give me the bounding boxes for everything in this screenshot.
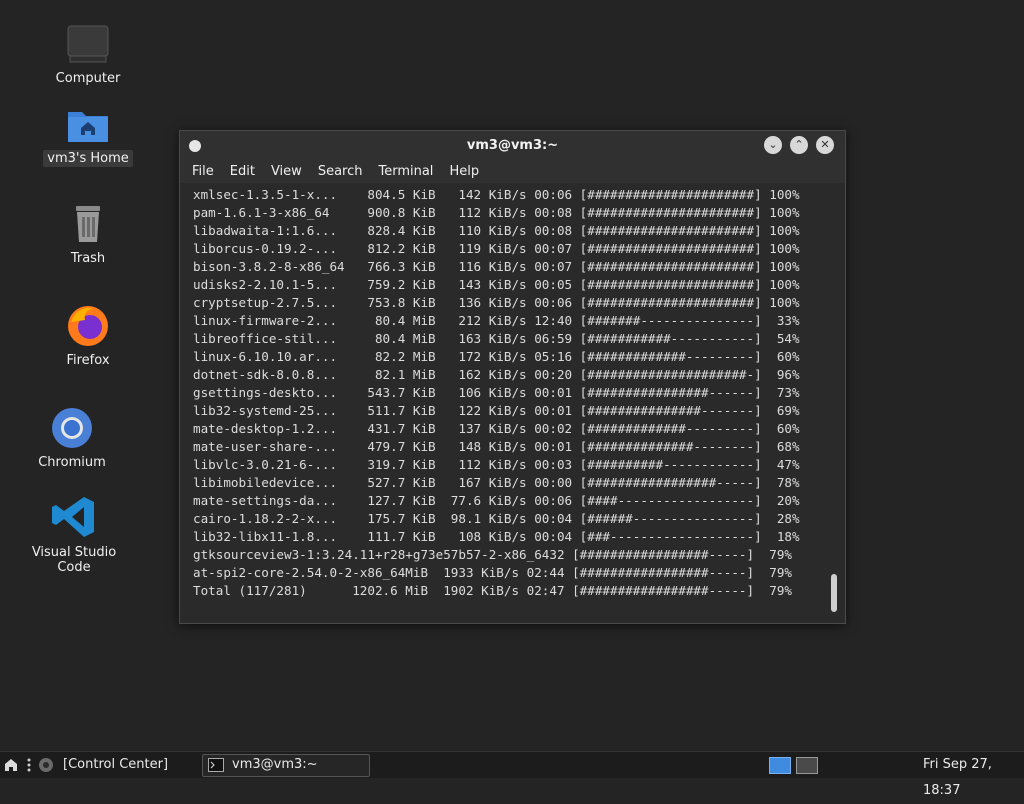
desktop-icon-home[interactable]: vm3's Home — [33, 104, 143, 167]
taskbar-terminal-button[interactable]: vm3@vm3:~ — [202, 754, 370, 777]
vscode-icon — [52, 497, 94, 537]
desktop-icon-label: vm3's Home — [43, 150, 133, 167]
menu-search[interactable]: Search — [310, 161, 371, 179]
terminal-line: Total (117/281) 1202.6 MiB 1902 KiB/s 02… — [193, 583, 792, 598]
terminal-line: dotnet-sdk-8.0.8... 82.1 MiB 162 KiB/s 0… — [193, 367, 800, 382]
menu-file[interactable]: File — [184, 161, 222, 179]
terminal-line: gsettings-deskto... 543.7 KiB 106 KiB/s … — [193, 385, 800, 400]
terminal-window[interactable]: vm3@vm3:~ ⌄ ⌃ ✕ File Edit View Search Termin… — [179, 130, 846, 624]
desktop-icon-trash[interactable]: Trash — [33, 202, 143, 267]
workspace-2-button[interactable] — [796, 757, 818, 774]
desktop-icon-computer[interactable]: Computer — [33, 24, 143, 87]
menu-view[interactable]: View — [263, 161, 310, 179]
chromium-icon — [52, 408, 92, 448]
desktop-icon-label: Visual Studio Code — [31, 545, 117, 575]
panel-handle-icon[interactable] — [27, 758, 31, 772]
terminal-line: cairo-1.18.2-2-x... 175.7 KiB 98.1 KiB/s… — [193, 511, 800, 526]
terminal-line: udisks2-2.10.1-5... 759.2 KiB 143 KiB/s … — [193, 277, 800, 292]
terminal-line: linux-firmware-2... 80.4 MiB 212 KiB/s 1… — [193, 313, 800, 328]
terminal-line: libimobiledevice... 527.7 KiB 167 KiB/s … — [193, 475, 800, 490]
firefox-icon — [68, 306, 108, 346]
menu-terminal[interactable]: Terminal — [370, 161, 441, 179]
minimize-button[interactable]: ⌄ — [764, 136, 782, 154]
terminal-line: libreoffice-stil... 80.4 MiB 163 KiB/s 0… — [193, 331, 800, 346]
terminal-line: mate-user-share-... 479.7 KiB 148 KiB/s … — [193, 439, 800, 454]
clock[interactable]: Fri Sep 27, 18:37 — [923, 752, 1024, 798]
trash-icon — [76, 206, 100, 242]
home-folder-icon — [68, 112, 108, 142]
control-center-icon[interactable] — [38, 757, 54, 773]
terminal-line: lib32-systemd-25... 511.7 KiB 122 KiB/s … — [193, 403, 800, 418]
terminal-line: libvlc-3.0.21-6-... 319.7 KiB 112 KiB/s … — [193, 457, 800, 472]
desktop-icon-firefox[interactable]: Firefox — [33, 302, 143, 369]
window-titlebar[interactable]: vm3@vm3:~ ⌄ ⌃ ✕ — [180, 131, 845, 161]
desktop-icon-label: Firefox — [66, 353, 110, 368]
terminal-line: gtksourceview3-1:3.24.11+r28+g73e57b57-2… — [193, 547, 792, 562]
desktop-icon-label: Chromium — [38, 455, 106, 470]
terminal-line: xmlsec-1.3.5-1-x... 804.5 KiB 142 KiB/s … — [193, 187, 800, 202]
terminal-line: cryptsetup-2.7.5... 753.8 KiB 136 KiB/s … — [193, 295, 800, 310]
terminal-icon — [208, 758, 224, 772]
terminal-line: bison-3.8.2-8-x86_64 766.3 KiB 116 KiB/s… — [193, 259, 800, 274]
menubar: File Edit View Search Terminal Help — [180, 161, 845, 183]
menu-help[interactable]: Help — [441, 161, 487, 179]
taskbar-terminal-label: vm3@vm3:~ — [232, 757, 318, 772]
bottom-panel: [Control Center] vm3@vm3:~ Fri Sep 27, 1… — [0, 751, 1024, 798]
menu-edit[interactable]: Edit — [222, 161, 263, 179]
maximize-button[interactable]: ⌃ — [790, 136, 808, 154]
desktop-icon-vscode[interactable]: Visual Studio Code — [10, 494, 138, 576]
window-title: vm3@vm3:~ — [466, 138, 559, 153]
desktop-icon-label: Trash — [70, 251, 106, 266]
workspace-1-button[interactable] — [769, 757, 791, 774]
terminal-line: liborcus-0.19.2-... 812.2 KiB 119 KiB/s … — [193, 241, 800, 256]
terminal-line: pam-1.6.1-3-x86_64 900.8 KiB 112 KiB/s 0… — [193, 205, 800, 220]
terminal-output[interactable]: xmlsec-1.3.5-1-x... 804.5 KiB 142 KiB/s … — [182, 184, 843, 621]
terminal-line: mate-settings-da... 127.7 KiB 77.6 KiB/s… — [193, 493, 800, 508]
terminal-line: lib32-libx11-1.8... 111.7 KiB 108 KiB/s … — [193, 529, 800, 544]
desktop-icon-chromium[interactable]: Chromium — [17, 406, 127, 471]
terminal-line: linux-6.10.10.ar... 82.2 MiB 172 KiB/s 0… — [193, 349, 800, 364]
close-button[interactable]: ✕ — [816, 136, 834, 154]
terminal-scrollbar[interactable] — [831, 574, 837, 612]
terminal-line: at-spi2-core-2.54.0-2-x86_64MiB 1933 KiB… — [193, 565, 792, 580]
terminal-line: mate-desktop-1.2... 431.7 KiB 137 KiB/s … — [193, 421, 800, 436]
menu-icon[interactable] — [4, 758, 18, 772]
control-center-launcher[interactable]: [Control Center] — [63, 752, 168, 778]
terminal-line: libadwaita-1:1.6... 828.4 KiB 110 KiB/s … — [193, 223, 800, 238]
computer-icon — [67, 25, 109, 63]
desktop-icon-label: Computer — [55, 71, 121, 86]
